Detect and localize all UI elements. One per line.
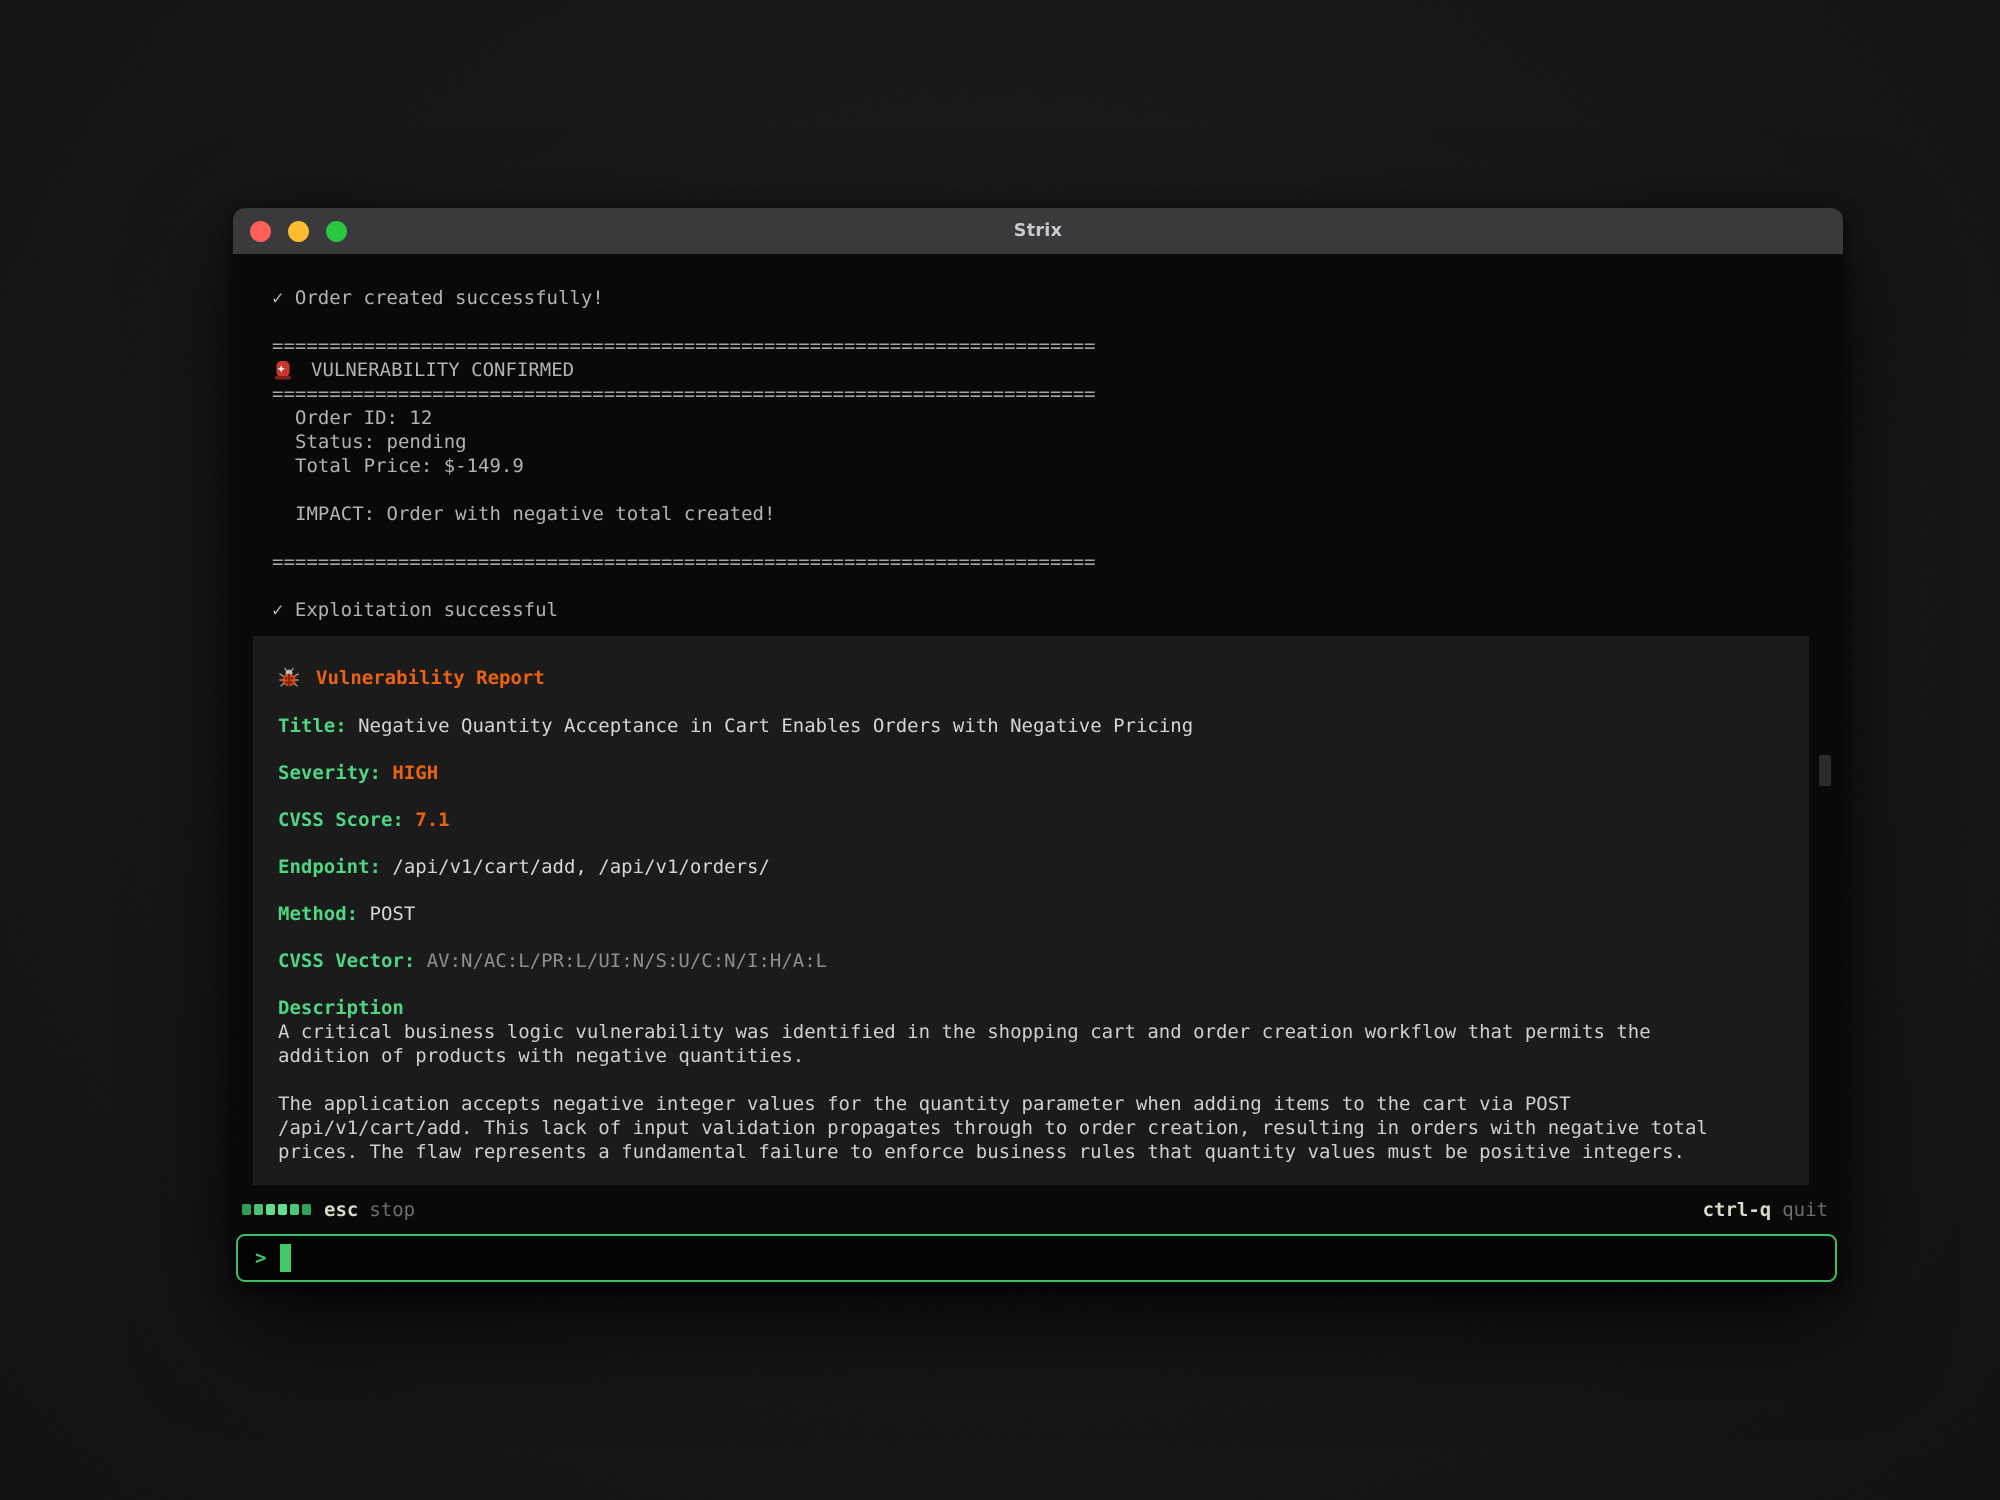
order-status-line: Status: pending bbox=[272, 430, 1823, 454]
vulnerability-confirmed-text: VULNERABILITY CONFIRMED bbox=[311, 358, 574, 382]
description-heading: Description bbox=[278, 996, 1785, 1020]
report-field-cvss-vector: CVSS Vector: AV:N/AC:L/PR:L/UI:N/S:U/C:N… bbox=[278, 949, 1785, 973]
minimize-button[interactable] bbox=[288, 221, 309, 242]
close-button[interactable] bbox=[250, 221, 271, 242]
vulnerability-report-panel: Vulnerability Report Title: Negative Qua… bbox=[253, 636, 1809, 1185]
scrollbar-thumb[interactable] bbox=[1819, 755, 1831, 786]
separator-line: ========================================… bbox=[272, 382, 1823, 406]
report-field-title: Title: Negative Quantity Acceptance in C… bbox=[278, 714, 1785, 738]
siren-icon bbox=[272, 359, 294, 381]
endpoint-value: /api/v1/cart/add, /api/v1/orders/ bbox=[392, 856, 770, 878]
terminal-output: ✓ Order created successfully! ==========… bbox=[233, 254, 1843, 1185]
method-value: POST bbox=[370, 903, 416, 925]
quit-hint[interactable]: ctrl-q quit bbox=[1703, 1199, 1828, 1221]
command-input[interactable]: > bbox=[236, 1234, 1837, 1282]
text-cursor bbox=[280, 1244, 291, 1272]
separator-line: ========================================… bbox=[272, 550, 1823, 574]
separator-line: ========================================… bbox=[272, 334, 1823, 358]
report-field-method: Method: POST bbox=[278, 902, 1785, 926]
report-field-cvss-score: CVSS Score: 7.1 bbox=[278, 808, 1785, 832]
impact-line: IMPACT: Order with negative total create… bbox=[272, 502, 1823, 526]
ctrl-q-key-label: ctrl-q bbox=[1703, 1199, 1772, 1221]
description-paragraph: The application accepts negative integer… bbox=[278, 1092, 1785, 1164]
order-id-line: Order ID: 12 bbox=[272, 406, 1823, 430]
prompt-symbol: > bbox=[255, 1247, 266, 1269]
zoom-button[interactable] bbox=[326, 221, 347, 242]
report-heading: Vulnerability Report bbox=[278, 666, 1785, 690]
traffic-lights bbox=[250, 208, 347, 254]
titlebar: Strix bbox=[233, 208, 1843, 254]
report-field-severity: Severity: HIGH bbox=[278, 761, 1785, 785]
app-window: Strix ✓ Order created successfully! ====… bbox=[233, 208, 1843, 1286]
status-bar: esc stop ctrl-q quit bbox=[233, 1185, 1843, 1234]
vulnerability-confirmed-line: VULNERABILITY CONFIRMED bbox=[272, 358, 1823, 382]
report-field-endpoint: Endpoint: /api/v1/cart/add, /api/v1/orde… bbox=[278, 855, 1785, 879]
stop-action-label: stop bbox=[369, 1199, 415, 1221]
scrollback: ✓ Order created successfully! ==========… bbox=[253, 286, 1823, 622]
bug-icon bbox=[278, 667, 300, 689]
description-paragraph: A critical business logic vulnerability … bbox=[278, 1020, 1785, 1068]
activity-spinner bbox=[242, 1204, 311, 1215]
esc-key-label: esc bbox=[324, 1199, 358, 1221]
esc-stop-hint[interactable]: esc stop bbox=[324, 1199, 415, 1221]
cvss-score-value: 7.1 bbox=[415, 809, 449, 831]
order-success-line: ✓ Order created successfully! bbox=[272, 286, 1823, 310]
quit-action-label: quit bbox=[1782, 1199, 1828, 1221]
total-price-line: Total Price: $-149.9 bbox=[272, 454, 1823, 478]
window-title: Strix bbox=[1014, 221, 1062, 241]
report-heading-text: Vulnerability Report bbox=[316, 666, 545, 690]
cvss-vector-value: AV:N/AC:L/PR:L/UI:N/S:U/C:N/I:H/A:L bbox=[427, 950, 827, 972]
severity-value: HIGH bbox=[392, 762, 438, 784]
title-value: Negative Quantity Acceptance in Cart Ena… bbox=[358, 715, 1193, 737]
exploitation-success-line: ✓ Exploitation successful bbox=[272, 598, 1823, 622]
